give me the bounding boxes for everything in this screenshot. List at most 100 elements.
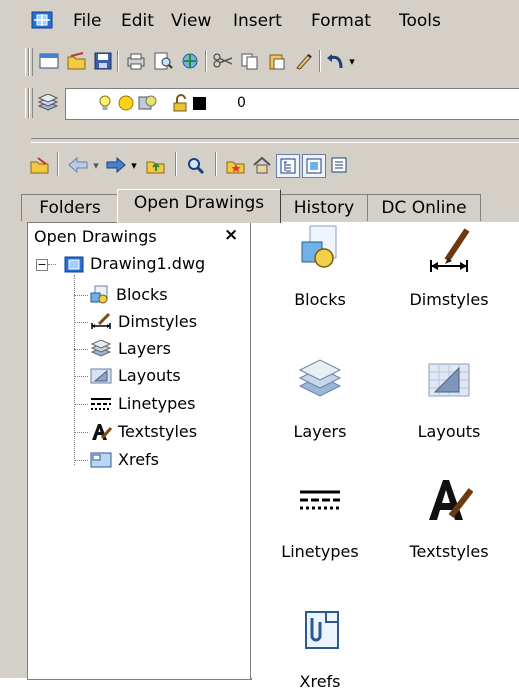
menu-format[interactable]: Format — [311, 11, 371, 31]
tree-item-drawing[interactable]: Drawing1.dwg — [64, 251, 205, 277]
layouts-icon — [428, 363, 470, 397]
layer-thaw-sun-icon[interactable] — [117, 94, 135, 112]
current-layer-name: 0 — [237, 95, 246, 111]
layers-icon — [90, 340, 112, 357]
save-icon[interactable] — [92, 50, 114, 72]
tree-item-layers[interactable]: Layers — [90, 336, 171, 362]
tree-panel-title: Open Drawings — [34, 227, 157, 246]
tree-item-textstyles[interactable]: Textstyles — [90, 419, 197, 445]
tree-item-dimstyles[interactable]: Dimstyles — [90, 309, 197, 335]
toolbar-separator — [117, 50, 119, 72]
back-arrow-icon[interactable] — [67, 154, 89, 176]
tree-connector — [74, 322, 88, 323]
content-item-textstyles[interactable]: Textstyles — [384, 476, 514, 562]
tree-item-xrefs[interactable]: Xrefs — [90, 447, 159, 473]
layer-color-swatch — [193, 97, 206, 110]
close-icon[interactable]: × — [224, 225, 238, 245]
load-icon[interactable] — [29, 154, 51, 176]
linetypes-icon — [300, 490, 340, 510]
forward-arrow-icon[interactable] — [105, 154, 127, 176]
menu-view[interactable]: View — [171, 11, 211, 31]
content-item-xrefs[interactable]: Xrefs — [255, 606, 385, 692]
toolbar-separator — [319, 50, 321, 72]
match-properties-icon[interactable] — [293, 50, 315, 72]
copy-icon[interactable] — [239, 50, 261, 72]
designcenter-tabs: Folders Open Drawings History DC Online — [21, 186, 519, 223]
home-icon[interactable] — [251, 154, 273, 176]
layers-icon — [298, 359, 342, 397]
description-toggle-icon[interactable] — [328, 154, 350, 176]
back-dropdown-icon[interactable]: ▾ — [91, 158, 101, 172]
content-item-label: Linetypes — [281, 542, 359, 561]
content-item-label: Dimstyles — [409, 290, 489, 309]
layer-on-lightbulb-icon[interactable] — [97, 94, 113, 112]
search-icon[interactable] — [185, 154, 207, 176]
content-item-layers[interactable]: Layers — [255, 356, 385, 442]
cut-icon[interactable] — [212, 50, 234, 72]
content-item-layouts[interactable]: Layouts — [384, 356, 514, 442]
paste-icon[interactable] — [266, 50, 288, 72]
tree-item-layouts[interactable]: Layouts — [90, 363, 181, 389]
xrefs-icon — [305, 611, 339, 649]
menu-insert[interactable]: Insert — [233, 11, 282, 31]
toolbar-grip[interactable] — [29, 88, 33, 118]
content-item-label: Layouts — [417, 422, 481, 441]
layer-manager-icon[interactable] — [37, 92, 59, 114]
favorites-icon[interactable] — [225, 154, 247, 176]
folder-tree-panel: Open Drawings × − Drawing1.dwg Blocks Di… — [27, 222, 252, 680]
tree-connector — [74, 460, 88, 461]
qnew-icon[interactable] — [38, 50, 60, 72]
textstyles-icon — [429, 480, 474, 520]
tree-connector — [74, 349, 88, 350]
linetypes-icon — [91, 398, 111, 410]
preview-toggle-icon[interactable] — [302, 154, 326, 178]
tab-folders[interactable]: Folders — [21, 194, 119, 221]
toolbar-separator — [205, 50, 207, 72]
tab-dc-online[interactable]: DC Online — [367, 194, 481, 221]
splitter-bar[interactable] — [31, 138, 519, 143]
publish-icon[interactable] — [179, 50, 201, 72]
layouts-icon — [90, 368, 112, 384]
tree-item-blocks[interactable]: Blocks — [90, 282, 168, 308]
tree-connector — [74, 275, 75, 465]
designcenter-toolbar: ▾ ▾ — [21, 146, 519, 184]
content-item-label: Blocks — [294, 290, 346, 309]
tree-item-label: Dimstyles — [118, 312, 198, 331]
toolbar-grip[interactable] — [29, 48, 33, 76]
open-icon[interactable] — [66, 50, 88, 72]
autocad-app-icon[interactable] — [31, 10, 53, 30]
tree-collapse-icon[interactable]: − — [36, 259, 48, 271]
tree-view-toggle-icon[interactable] — [276, 154, 300, 178]
undo-dropdown-icon[interactable]: ▾ — [347, 54, 357, 68]
standard-toolbar: ▾ — [21, 44, 519, 80]
tree-connector — [48, 264, 56, 265]
menu-file[interactable]: File — [73, 11, 101, 31]
content-item-dimstyles[interactable]: Dimstyles — [384, 224, 514, 310]
tree-item-linetypes[interactable]: Linetypes — [90, 391, 195, 417]
tree-item-label: Layouts — [118, 366, 181, 385]
layer-unlock-icon[interactable] — [171, 94, 189, 112]
drawing-file-icon — [64, 256, 84, 273]
blocks-icon — [90, 285, 108, 304]
content-item-linetypes[interactable]: Linetypes — [255, 476, 385, 562]
tab-history[interactable]: History — [279, 194, 369, 221]
dimstyles-icon — [430, 228, 470, 272]
up-folder-icon[interactable] — [145, 154, 167, 176]
plot-icon[interactable] — [125, 50, 147, 72]
toolbar-separator — [57, 152, 59, 176]
toolbar-separator — [175, 152, 177, 176]
menu-edit[interactable]: Edit — [121, 11, 154, 31]
tree-connector — [74, 404, 88, 405]
menu-tools[interactable]: Tools — [399, 11, 441, 31]
toolbar-separator — [215, 152, 217, 176]
content-area: Blocks Dimstyles Layers Layouts Linetype… — [251, 222, 519, 691]
tree-item-label: Linetypes — [118, 394, 196, 413]
plot-preview-icon[interactable] — [152, 50, 174, 72]
forward-dropdown-icon[interactable]: ▾ — [129, 158, 139, 172]
undo-icon[interactable] — [325, 50, 347, 72]
tab-open-drawings[interactable]: Open Drawings — [117, 189, 281, 223]
content-item-blocks[interactable]: Blocks — [255, 224, 385, 310]
layer-vp-freeze-icon[interactable] — [138, 94, 158, 112]
textstyles-icon — [92, 424, 112, 440]
menu-bar: File Edit View Insert Format Tools — [1, 0, 519, 42]
